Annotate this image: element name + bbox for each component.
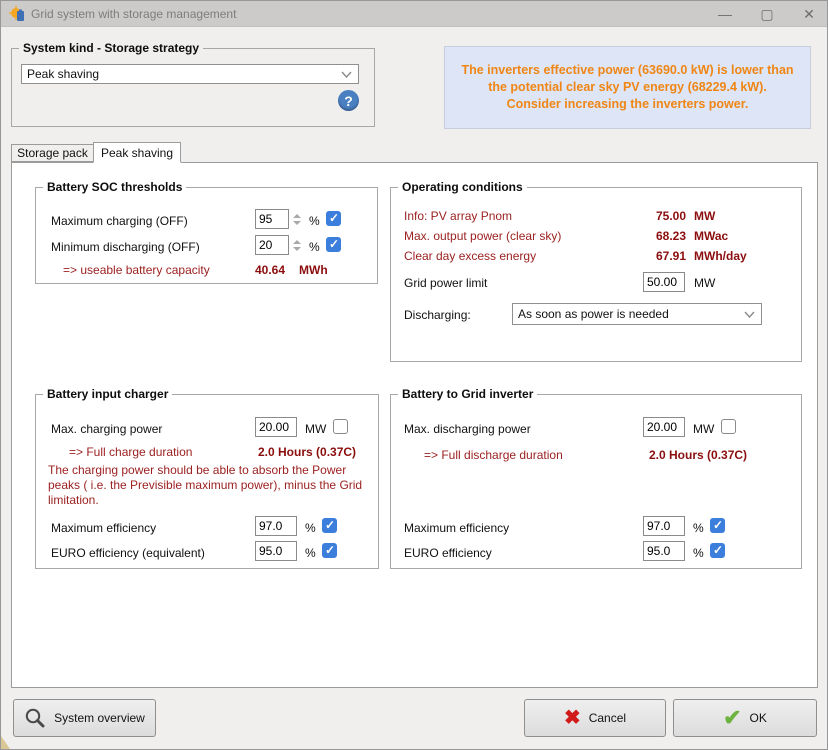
inverter-max-eff-input[interactable] (643, 516, 685, 536)
min-discharging-label: Minimum discharging (OFF) (51, 240, 200, 254)
discharging-dropdown-value: As soon as power is needed (518, 307, 669, 321)
minimize-icon[interactable]: — (717, 1, 733, 27)
useable-capacity-value: 40.64 (255, 263, 285, 277)
max-output-label: Max. output power (clear sky) (404, 229, 561, 243)
title-bar: Grid system with storage management — ▢ … (1, 1, 827, 27)
cancel-x-icon: ✖ (564, 708, 581, 728)
tab-peak-shaving-label: Peak shaving (101, 146, 173, 160)
inverter-euro-eff-input[interactable] (643, 541, 685, 561)
full-charge-duration-value: 2.0 Hours (0.37C) (258, 445, 356, 459)
full-charge-duration-label: => Full charge duration (69, 445, 192, 459)
max-output-value: 68.23 (641, 229, 686, 243)
cancel-label: Cancel (589, 711, 626, 725)
system-overview-button[interactable]: System overview (13, 699, 156, 737)
cancel-button[interactable]: ✖ Cancel (524, 699, 666, 737)
charger-group-title: Battery input charger (43, 387, 172, 401)
system-overview-label: System overview (54, 711, 145, 725)
inverter-euro-eff-label: EURO efficiency (404, 546, 492, 560)
ok-check-icon: ✔ (723, 707, 741, 729)
excess-energy-label: Clear day excess energy (404, 249, 536, 263)
charger-max-eff-label: Maximum efficiency (51, 521, 156, 535)
min-discharging-spinner[interactable] (291, 235, 303, 255)
magnifier-icon (24, 707, 46, 729)
grid-power-limit-unit: MW (694, 276, 715, 290)
max-charging-input[interactable] (255, 209, 289, 229)
pv-pnom-unit: MW (694, 209, 715, 223)
window-title: Grid system with storage management (31, 7, 236, 21)
grid-power-limit-label: Grid power limit (404, 276, 487, 290)
max-charging-power-label: Max. charging power (51, 422, 162, 436)
pv-pnom-value: 75.00 (641, 209, 686, 223)
inverter-euro-eff-checkbox[interactable] (710, 543, 725, 558)
inverter-groupbox: Battery to Grid inverter Max. dischargin… (390, 394, 802, 569)
max-discharging-power-checkbox[interactable] (721, 419, 736, 434)
charger-max-eff-checkbox[interactable] (322, 518, 337, 533)
inverter-euro-eff-unit: % (693, 546, 704, 560)
soc-group-title: Battery SOC thresholds (43, 180, 186, 194)
strategy-groupbox: System kind - Storage strategy Peak shav… (11, 48, 375, 127)
chevron-down-icon (744, 311, 755, 318)
useable-capacity-label: => useable battery capacity (63, 263, 210, 277)
app-icon (9, 6, 25, 22)
charger-euro-eff-unit: % (305, 546, 316, 560)
tab-peak-shaving[interactable]: Peak shaving (93, 142, 181, 163)
close-icon[interactable]: ✕ (801, 1, 817, 27)
full-discharge-duration-label: => Full discharge duration (424, 448, 563, 462)
inverter-max-eff-checkbox[interactable] (710, 518, 725, 533)
min-discharging-checkbox[interactable] (326, 237, 341, 252)
min-discharging-unit: % (309, 240, 320, 254)
ok-label: OK (750, 711, 767, 725)
max-discharging-power-unit: MW (693, 422, 714, 436)
grid-power-limit-input[interactable] (643, 272, 685, 292)
max-charging-power-input[interactable] (255, 417, 297, 437)
max-output-unit: MWac (694, 229, 728, 243)
max-charging-spinner[interactable] (291, 209, 303, 229)
help-icon[interactable]: ? (338, 90, 359, 111)
soc-groupbox: Battery SOC thresholds Maximum charging … (35, 187, 378, 284)
ok-button[interactable]: ✔ OK (673, 699, 817, 737)
maximize-icon[interactable]: ▢ (759, 1, 775, 27)
desktop-corner-artifact (1, 736, 10, 749)
max-charging-power-checkbox[interactable] (333, 419, 348, 434)
charger-max-eff-unit: % (305, 521, 316, 535)
inverter-max-eff-label: Maximum efficiency (404, 521, 509, 535)
warning-line-1: The inverters effective power (63690.0 k… (461, 62, 793, 79)
strategy-group-title: System kind - Storage strategy (19, 41, 203, 55)
max-charging-unit: % (309, 214, 320, 228)
warning-line-2: the potential clear sky PV energy (68229… (488, 79, 767, 96)
discharging-label: Discharging: (404, 308, 471, 322)
operating-group-title: Operating conditions (398, 180, 527, 194)
full-discharge-duration-value: 2.0 Hours (0.37C) (649, 448, 747, 462)
max-charging-power-unit: MW (305, 422, 326, 436)
charger-groupbox: Battery input charger Max. charging powe… (35, 394, 379, 569)
excess-energy-value: 67.91 (641, 249, 686, 263)
max-discharging-power-input[interactable] (643, 417, 685, 437)
dialog-window: Grid system with storage management — ▢ … (0, 0, 828, 750)
min-discharging-input[interactable] (255, 235, 289, 255)
pv-pnom-label: Info: PV array Pnom (404, 209, 512, 223)
strategy-dropdown-value: Peak shaving (27, 67, 99, 81)
discharging-dropdown[interactable]: As soon as power is needed (512, 303, 762, 325)
operating-groupbox: Operating conditions Info: PV array Pnom… (390, 187, 802, 362)
tab-storage-pack-label: Storage pack (17, 146, 88, 160)
inverter-group-title: Battery to Grid inverter (398, 387, 537, 401)
inverter-warning-panel: The inverters effective power (63690.0 k… (444, 46, 811, 129)
max-charging-label: Maximum charging (OFF) (51, 214, 188, 228)
strategy-dropdown[interactable]: Peak shaving (21, 64, 359, 84)
chevron-down-icon (341, 71, 352, 78)
charger-euro-eff-input[interactable] (255, 541, 297, 561)
charger-note: The charging power should be able to abs… (48, 463, 364, 508)
max-discharging-power-label: Max. discharging power (404, 422, 531, 436)
charger-euro-eff-label: EURO efficiency (equivalent) (51, 546, 205, 560)
useable-capacity-unit: MWh (299, 263, 328, 277)
tab-content-panel: Battery SOC thresholds Maximum charging … (11, 162, 818, 688)
excess-energy-unit: MWh/day (694, 249, 747, 263)
tab-storage-pack[interactable]: Storage pack (11, 144, 94, 162)
inverter-max-eff-unit: % (693, 521, 704, 535)
max-charging-checkbox[interactable] (326, 211, 341, 226)
warning-line-3: Consider increasing the inverters power. (507, 96, 749, 113)
charger-max-eff-input[interactable] (255, 516, 297, 536)
charger-euro-eff-checkbox[interactable] (322, 543, 337, 558)
